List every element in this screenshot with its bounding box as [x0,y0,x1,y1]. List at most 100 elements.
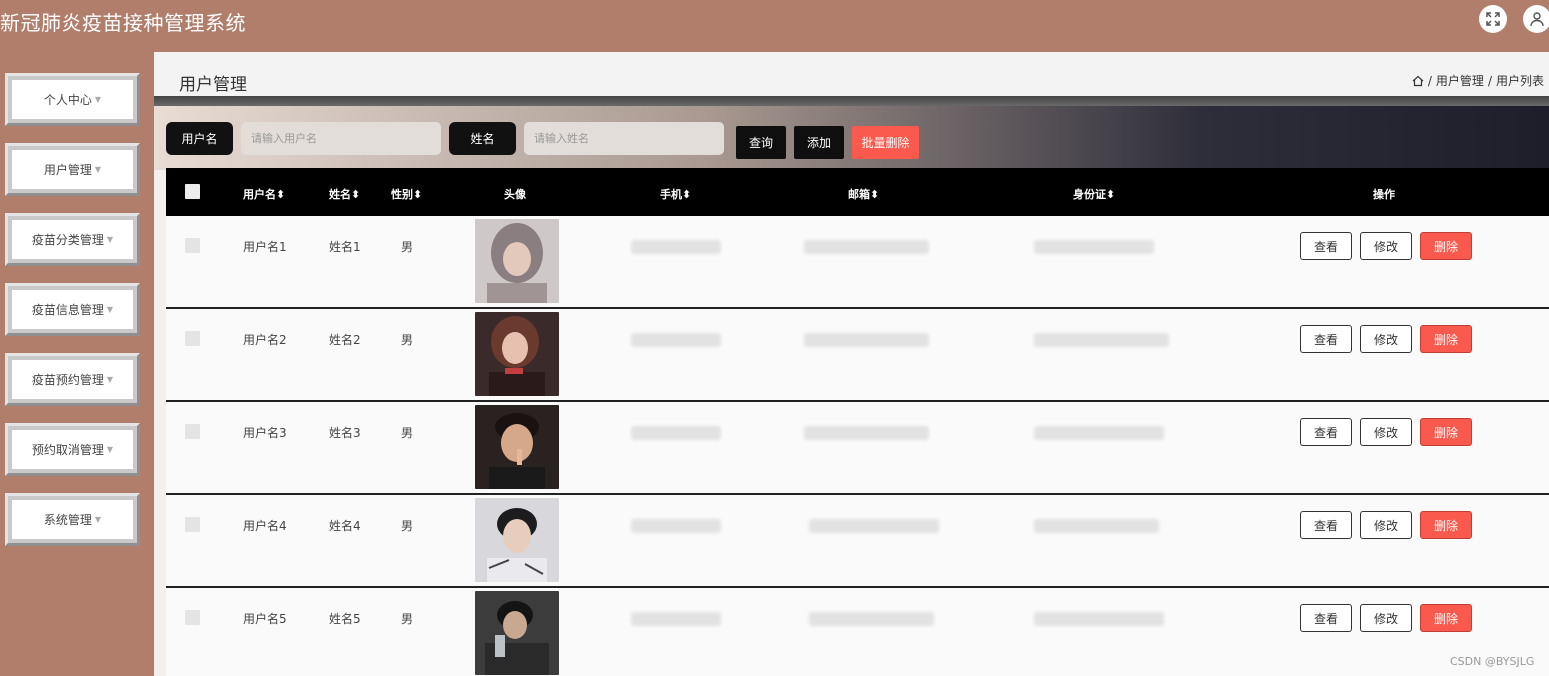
view-button[interactable]: 查看 [1300,511,1352,539]
breadcrumb-item-user-management[interactable]: 用户管理 [1436,72,1484,89]
email-redacted [804,426,929,440]
cell-username: 用户名3 [243,426,287,440]
breadcrumb-separator: / [1427,73,1432,88]
phone-redacted [631,240,721,254]
cell-gender: 男 [401,333,414,347]
edit-button[interactable]: 修改 [1360,511,1412,539]
delete-button[interactable]: 删除 [1420,604,1472,632]
table-header: 用户名⬍ 姓名⬍ 性别⬍ 头像 手机⬍ 邮箱⬍ 身份证⬍ 操作 [166,168,1549,216]
select-all-checkbox[interactable] [185,184,200,199]
cell-name: 姓名1 [329,240,361,254]
idcard-redacted [1034,426,1164,440]
sort-icon: ⬍ [276,188,286,201]
avatar-image [475,405,559,489]
phone-redacted [631,426,721,440]
row-checkbox[interactable] [185,331,200,346]
cell-name: 姓名5 [329,612,361,626]
column-header-name[interactable]: 姓名⬍ [329,186,360,202]
home-icon[interactable] [1412,75,1424,87]
sidebar-item-vaccine-appointment[interactable]: 疫苗预约管理 ▼ [5,353,140,406]
cell-gender: 男 [401,240,414,254]
cell-username: 用户名2 [243,333,287,347]
table-row: 用户名2 姓名2 男 查看 修改 删除 [166,309,1549,402]
phone-redacted [631,333,721,347]
sort-icon: ⬍ [351,188,361,201]
avatar-image [475,591,559,675]
column-header-actions: 操作 [1373,188,1395,201]
sidebar-item-label: 用户管理 [43,163,92,177]
caret-down-icon: ▼ [106,375,114,384]
idcard-redacted [1034,612,1164,626]
column-header-email[interactable]: 邮箱⬍ [848,186,879,202]
row-checkbox[interactable] [185,238,200,253]
table-row: 用户名5 姓名5 男 查看 修改 删除 [166,588,1549,676]
edit-button[interactable]: 修改 [1360,604,1412,632]
row-checkbox[interactable] [185,610,200,625]
edit-button[interactable]: 修改 [1360,418,1412,446]
username-search-input[interactable] [241,122,441,155]
table-row: 用户名4 姓名4 男 查看 修改 删除 [166,495,1549,588]
delete-button[interactable]: 删除 [1420,325,1472,353]
avatar-image [475,219,559,303]
sort-icon: ⬍ [1106,188,1116,201]
email-redacted [809,519,939,533]
view-button[interactable]: 查看 [1300,604,1352,632]
phone-redacted [631,612,721,626]
breadcrumb-item-user-list: 用户列表 [1495,74,1544,88]
cell-gender: 男 [401,612,414,626]
sidebar-item-personal-center[interactable]: 个人中心 ▼ [5,73,140,126]
view-button[interactable]: 查看 [1300,325,1352,353]
email-redacted [809,612,934,626]
edit-button[interactable]: 修改 [1360,325,1412,353]
column-header-avatar: 头像 [504,188,526,201]
caret-down-icon: ▼ [94,95,102,104]
cell-gender: 男 [401,426,414,440]
query-button[interactable]: 查询 [736,126,786,159]
edit-button[interactable]: 修改 [1360,232,1412,260]
delete-button[interactable]: 删除 [1420,511,1472,539]
cell-username: 用户名5 [243,612,287,626]
view-button[interactable]: 查看 [1300,232,1352,260]
delete-button[interactable]: 删除 [1420,232,1472,260]
cell-name: 姓名4 [329,519,361,533]
page-header: 用户管理 / 用户管理 / 用户列表 [154,52,1549,96]
sidebar-item-vaccine-category[interactable]: 疫苗分类管理 ▼ [5,213,140,266]
sidebar-item-label: 系统管理 [43,513,92,527]
sidebar-item-user-management[interactable]: 用户管理 ▼ [5,143,140,196]
main-content: 用户管理 / 用户管理 / 用户列表 用户名 姓名 查询 添加 批量删除 用户名… [154,52,1549,676]
user-avatar-icon[interactable] [1523,5,1549,33]
fullscreen-icon[interactable] [1479,5,1507,33]
sidebar-item-appointment-cancel[interactable]: 预约取消管理 ▼ [5,423,140,476]
sort-icon: ⬍ [870,188,880,201]
sidebar-item-vaccine-info[interactable]: 疫苗信息管理 ▼ [5,283,140,336]
row-checkbox[interactable] [185,517,200,532]
search-bar: 用户名 姓名 查询 添加 批量删除 [154,106,1549,170]
watermark: CSDN @BYSJLG [1450,655,1535,668]
caret-down-icon: ▼ [94,515,102,524]
cell-gender: 男 [401,519,414,533]
top-bar: 新冠肺炎疫苗接种管理系统 [0,0,1549,52]
idcard-redacted [1034,240,1154,254]
sidebar-item-label: 预约取消管理 [31,443,104,457]
column-header-username[interactable]: 用户名⬍ [243,186,285,202]
sidebar-item-label: 疫苗分类管理 [31,233,104,247]
batch-delete-button[interactable]: 批量删除 [852,126,919,159]
column-header-idcard[interactable]: 身份证⬍ [1073,186,1115,202]
column-header-gender[interactable]: 性别⬍ [391,186,422,202]
row-checkbox[interactable] [185,424,200,439]
delete-button[interactable]: 删除 [1420,418,1472,446]
caret-down-icon: ▼ [106,445,114,454]
username-label: 用户名 [166,122,233,155]
view-button[interactable]: 查看 [1300,418,1352,446]
caret-down-icon: ▼ [106,305,114,314]
sidebar-item-system-management[interactable]: 系统管理 ▼ [5,493,140,546]
sidebar: 个人中心 ▼ 用户管理 ▼ 疫苗分类管理 ▼ 疫苗信息管理 ▼ 疫苗预约管理 ▼ 预约取消… [0,52,154,676]
column-header-phone[interactable]: 手机⬍ [660,186,691,202]
breadcrumb-separator: / [1487,73,1492,88]
name-search-input[interactable] [524,122,724,155]
add-button[interactable]: 添加 [794,126,844,159]
caret-down-icon: ▼ [94,165,102,174]
header-divider [154,96,1549,106]
cell-name: 姓名3 [329,426,361,440]
page-title: 用户管理 [179,75,247,95]
